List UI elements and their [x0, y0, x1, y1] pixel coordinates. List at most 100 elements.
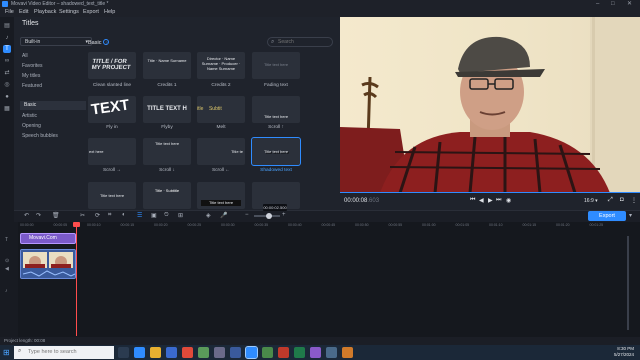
fullscreen-icon[interactable]: ⤢ [608, 197, 613, 204]
zoom-out-icon[interactable]: − [245, 212, 249, 218]
title-tile[interactable]: Title · Subtitle [143, 182, 191, 209]
video-clip[interactable] [20, 249, 76, 279]
play-icon[interactable]: ▶ [488, 197, 493, 204]
ruler-tick-label: 00:00:45 [321, 223, 336, 227]
app-icon[interactable] [278, 347, 289, 358]
subcategory-basic[interactable]: Basic [20, 101, 86, 110]
title-tile[interactable]: TITLE TEXT H [143, 96, 191, 123]
ruler-tick-label: 00:01:10 [489, 223, 503, 227]
help-icon[interactable]: ? [103, 39, 110, 45]
app-icon[interactable] [310, 347, 321, 358]
task-view-icon[interactable] [118, 347, 129, 358]
app-icon[interactable] [230, 347, 241, 358]
title-clip[interactable]: Movavi.Com [20, 233, 76, 244]
category-my-titles[interactable]: My titles [22, 73, 40, 79]
app-icon[interactable] [294, 347, 305, 358]
category-select[interactable]: Built-in ▾ [20, 37, 92, 46]
title-tile[interactable]: Title text here [252, 52, 300, 79]
lock-icon[interactable]: ⊙ [5, 258, 9, 264]
maximize-icon[interactable]: □ [611, 0, 615, 8]
tile-label: Flyby [161, 125, 173, 130]
zoom-in-icon[interactable]: + [282, 212, 286, 218]
menu-edit[interactable]: Edit [19, 8, 28, 17]
menu-help[interactable]: Help [104, 8, 115, 17]
clip-properties-icon[interactable]: ☰ [137, 212, 142, 219]
subcategory-speech-bubbles[interactable]: Speech bubbles [22, 133, 58, 139]
mute-icon[interactable]: ◀ [5, 266, 9, 272]
app-icon[interactable] [198, 347, 209, 358]
timeline[interactable] [14, 222, 640, 337]
chrome-icon[interactable] [182, 347, 193, 358]
menu-playback[interactable]: Playback [34, 8, 56, 17]
file-explorer-icon[interactable] [150, 347, 161, 358]
app-icon[interactable] [262, 347, 273, 358]
audio-track-icon: ♪ [5, 288, 8, 294]
category-featured[interactable]: Featured [22, 83, 42, 89]
search-input[interactable] [267, 37, 333, 47]
title-tile[interactable]: Director · Name Surname · Producer · Nam… [197, 52, 245, 79]
step-back-icon[interactable]: ◀ [479, 197, 484, 204]
stabilize-icon[interactable]: ▣ [151, 212, 157, 219]
title-tile[interactable]: Title text here [143, 138, 191, 165]
title-tile-selected[interactable]: Title text here [251, 137, 301, 166]
title-tile[interactable]: itle Subtit [197, 96, 245, 123]
category-all[interactable]: All [22, 53, 28, 59]
subcategory-opening[interactable]: Opening [22, 123, 41, 129]
menu-file[interactable]: File [5, 8, 14, 17]
cut-icon[interactable]: ✂ [80, 212, 85, 219]
titles-icon[interactable]: T [3, 45, 11, 53]
title-tile[interactable]: TITLE / FOR MY PROJECT [88, 52, 136, 79]
title-tile[interactable]: Title text here [252, 96, 300, 123]
menu-export[interactable]: Export [83, 8, 99, 17]
title-tile[interactable]: Title te [197, 138, 245, 165]
zoom-slider-handle[interactable] [266, 213, 272, 219]
close-icon[interactable]: ✕ [627, 0, 632, 8]
export-options-icon[interactable]: ▾ [629, 212, 632, 219]
aspect-ratio-select[interactable]: 16:9 ▾ [584, 198, 598, 204]
more-icon[interactable]: ⋮ [631, 197, 637, 204]
start-icon[interactable]: ⊞ [3, 348, 10, 357]
delete-icon[interactable]: 🗑 [52, 212, 60, 219]
menu-settings[interactable]: Settings [59, 8, 79, 17]
music-icon[interactable]: ♪ [3, 34, 11, 42]
color-adjust-icon[interactable]: ◐ [122, 212, 126, 218]
insert-icon[interactable]: ⊞ [178, 212, 183, 219]
edge-icon[interactable] [134, 347, 145, 358]
app-icon[interactable] [342, 347, 353, 358]
subcategory-artistic[interactable]: Artistic [22, 113, 37, 119]
title-tile[interactable]: Title text here [197, 182, 245, 209]
title-tile[interactable]: Title · Name Surname [143, 52, 191, 79]
redo-icon[interactable]: ↷ [36, 212, 41, 219]
more-tools-icon[interactable]: ▦ [3, 105, 11, 113]
status-bar: Project length: 00:08 [0, 337, 640, 345]
snapshot-icon[interactable]: ◘ [620, 197, 624, 203]
stickers-icon[interactable]: ◎ [3, 81, 11, 89]
import-icon[interactable]: ▤ [3, 22, 11, 30]
title-tile[interactable]: Title text here [88, 182, 136, 209]
minimize-icon[interactable]: – [596, 0, 599, 8]
export-button[interactable]: Export [588, 211, 626, 221]
skip-back-icon[interactable]: ⏮ [470, 197, 475, 204]
rotate-icon[interactable]: ⟳ [95, 212, 100, 219]
speed-icon[interactable]: ⏲ [164, 212, 169, 219]
store-icon[interactable] [166, 347, 177, 358]
category-favorites[interactable]: Favorites [22, 63, 43, 69]
movavi-taskbar-icon[interactable] [245, 346, 258, 359]
marker-icon[interactable]: ◈ [206, 212, 211, 219]
taskbar-search-input[interactable] [14, 346, 114, 359]
volume-icon[interactable]: ◉ [506, 197, 511, 204]
transitions-icon[interactable]: ⇄ [3, 69, 11, 77]
title-tile[interactable]: TEXT [88, 96, 136, 123]
taskbar-clock[interactable]: 8:30 PM 5/27/2024 [604, 346, 634, 357]
title-tile[interactable]: ext here [88, 138, 136, 165]
record-icon[interactable]: ● [3, 93, 11, 101]
playhead[interactable] [76, 222, 77, 336]
crop-icon[interactable]: ⌗ [108, 212, 111, 219]
app-icon[interactable] [214, 347, 225, 358]
app-icon[interactable] [326, 347, 337, 358]
record-voice-icon[interactable]: 🎤 [220, 212, 227, 219]
undo-icon[interactable]: ↶ [24, 212, 29, 219]
step-forward-icon[interactable]: ⏭ [496, 197, 501, 204]
title-track-icon: T [5, 237, 9, 243]
filters-icon[interactable]: ∞ [3, 57, 11, 65]
